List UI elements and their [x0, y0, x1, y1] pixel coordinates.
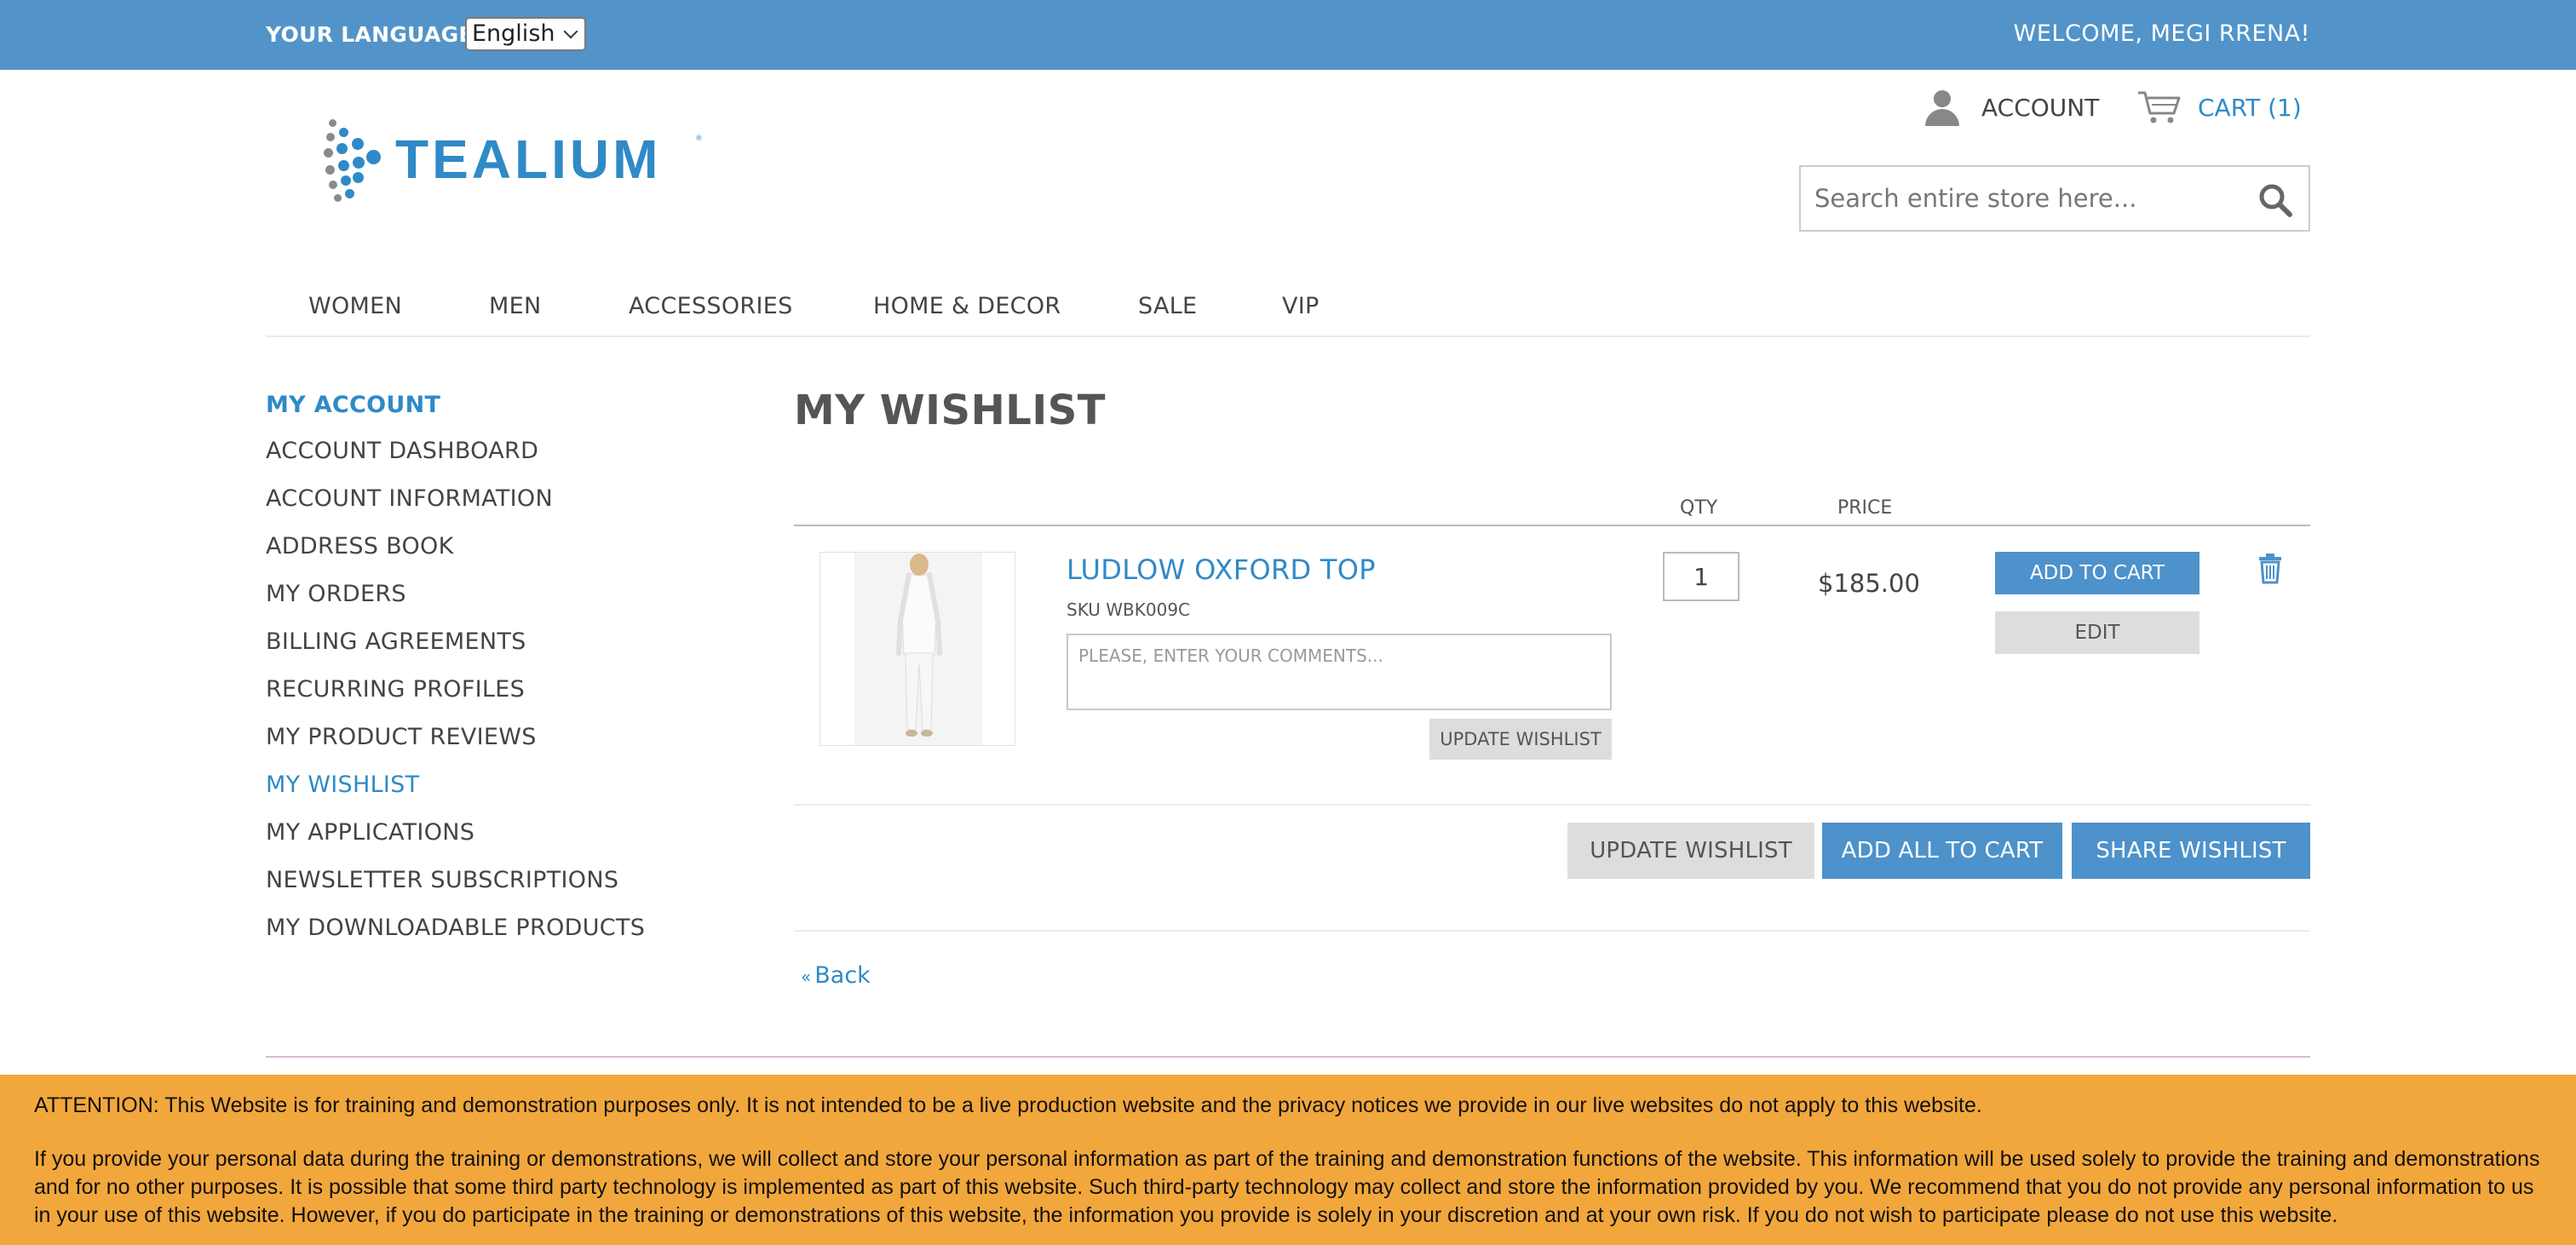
demo-notice-banner: ATTENTION: This Website is for training …: [0, 1075, 2576, 1245]
back-label: Back: [814, 962, 871, 989]
nav-item-home-decor[interactable]: HOME & DECOR: [873, 293, 1061, 319]
nav-item-women[interactable]: WOMEN: [308, 293, 402, 319]
sidebar-item-newsletter-subscriptions[interactable]: NEWSLETTER SUBSCRIPTIONS: [266, 867, 618, 893]
column-header-qty: QTY: [1680, 497, 1718, 519]
language-label: YOUR LANGUAGE:: [266, 22, 483, 47]
language-select[interactable]: English: [465, 17, 586, 51]
cart-link[interactable]: CART (1): [2136, 89, 2302, 126]
back-link[interactable]: «Back: [801, 962, 871, 989]
update-wishlist-item-button[interactable]: UPDATE WISHLIST: [1429, 719, 1612, 760]
sidebar-item-my-downloadable-products[interactable]: MY DOWNLOADABLE PRODUCTS: [266, 915, 645, 941]
main-nav: WOMEN MEN ACCESSORIES HOME & DECOR SALE …: [266, 290, 2310, 337]
product-image[interactable]: [819, 552, 1015, 746]
add-all-to-cart-button[interactable]: ADD ALL TO CART: [1822, 823, 2062, 879]
sidebar-item-account-information[interactable]: ACCOUNT INFORMATION: [266, 485, 553, 512]
edit-item-button[interactable]: EDIT: [1995, 611, 2199, 654]
nav-item-accessories[interactable]: ACCESSORIES: [629, 293, 793, 319]
nav-item-men[interactable]: MEN: [489, 293, 541, 319]
sidebar-item-billing-agreements[interactable]: BILLING AGREEMENTS: [266, 628, 526, 655]
product-price: $185.00: [1818, 569, 1920, 598]
top-bar: YOUR LANGUAGE: English WELCOME, MEGI RRE…: [0, 0, 2576, 70]
logo-text: TEALIUM: [395, 129, 662, 190]
cart-label: CART (1): [2198, 93, 2302, 122]
item-divider: [794, 804, 2310, 806]
welcome-message: WELCOME, MEGI RRENA!: [2013, 20, 2310, 47]
product-name-link[interactable]: LUDLOW OXFORD TOP: [1067, 554, 1376, 586]
sidebar-item-address-book[interactable]: ADDRESS BOOK: [266, 533, 454, 559]
sidebar-item-my-wishlist[interactable]: MY WISHLIST: [266, 772, 419, 798]
trash-icon[interactable]: [2257, 554, 2283, 584]
account-label: ACCOUNT: [1981, 93, 2100, 122]
cart-icon: [2138, 91, 2181, 123]
account-link[interactable]: ACCOUNT: [1923, 89, 2099, 126]
notice-paragraph-privacy: If you provide your personal data during…: [34, 1147, 2540, 1227]
sidebar-title: MY ACCOUNT: [266, 392, 441, 418]
share-wishlist-button[interactable]: SHARE WISHLIST: [2072, 823, 2310, 879]
logo-trademark: ®: [695, 135, 703, 143]
product-sku: SKU WBK009C: [1067, 600, 1191, 620]
sidebar-item-recurring-profiles[interactable]: RECURRING PROFILES: [266, 676, 525, 703]
add-to-cart-button[interactable]: ADD TO CART: [1995, 552, 2199, 594]
wishlist-comment-field[interactable]: [1067, 634, 1612, 710]
store-logo[interactable]: TEALIUM ®: [324, 116, 705, 209]
notice-paragraph-attention: ATTENTION: This Website is for training …: [34, 1093, 1982, 1117]
product-image-figure: [854, 553, 982, 745]
back-arrow-icon: «: [801, 967, 812, 987]
account-icon: [1923, 89, 1961, 126]
search-box: [1799, 165, 2310, 232]
search-icon[interactable]: [2257, 182, 2293, 218]
search-input[interactable]: [1801, 167, 2244, 230]
sidebar-item-my-orders[interactable]: MY ORDERS: [266, 581, 406, 607]
actions-divider: [794, 930, 2310, 932]
sidebar-item-account-dashboard[interactable]: ACCOUNT DASHBOARD: [266, 438, 538, 464]
chevron-down-icon: [563, 24, 578, 39]
quantity-input[interactable]: [1663, 552, 1739, 601]
footer-divider: [266, 1056, 2310, 1058]
language-select-value: English: [472, 20, 555, 47]
sidebar-item-my-applications[interactable]: MY APPLICATIONS: [266, 819, 474, 846]
update-wishlist-button[interactable]: UPDATE WISHLIST: [1567, 823, 1814, 879]
page-title: MY WISHLIST: [794, 387, 1107, 434]
table-header-divider: [794, 525, 2310, 526]
sidebar-item-my-product-reviews[interactable]: MY PRODUCT REVIEWS: [266, 724, 537, 750]
nav-item-vip[interactable]: VIP: [1282, 293, 1320, 319]
column-header-price: PRICE: [1837, 497, 1893, 519]
nav-item-sale[interactable]: SALE: [1138, 293, 1197, 319]
